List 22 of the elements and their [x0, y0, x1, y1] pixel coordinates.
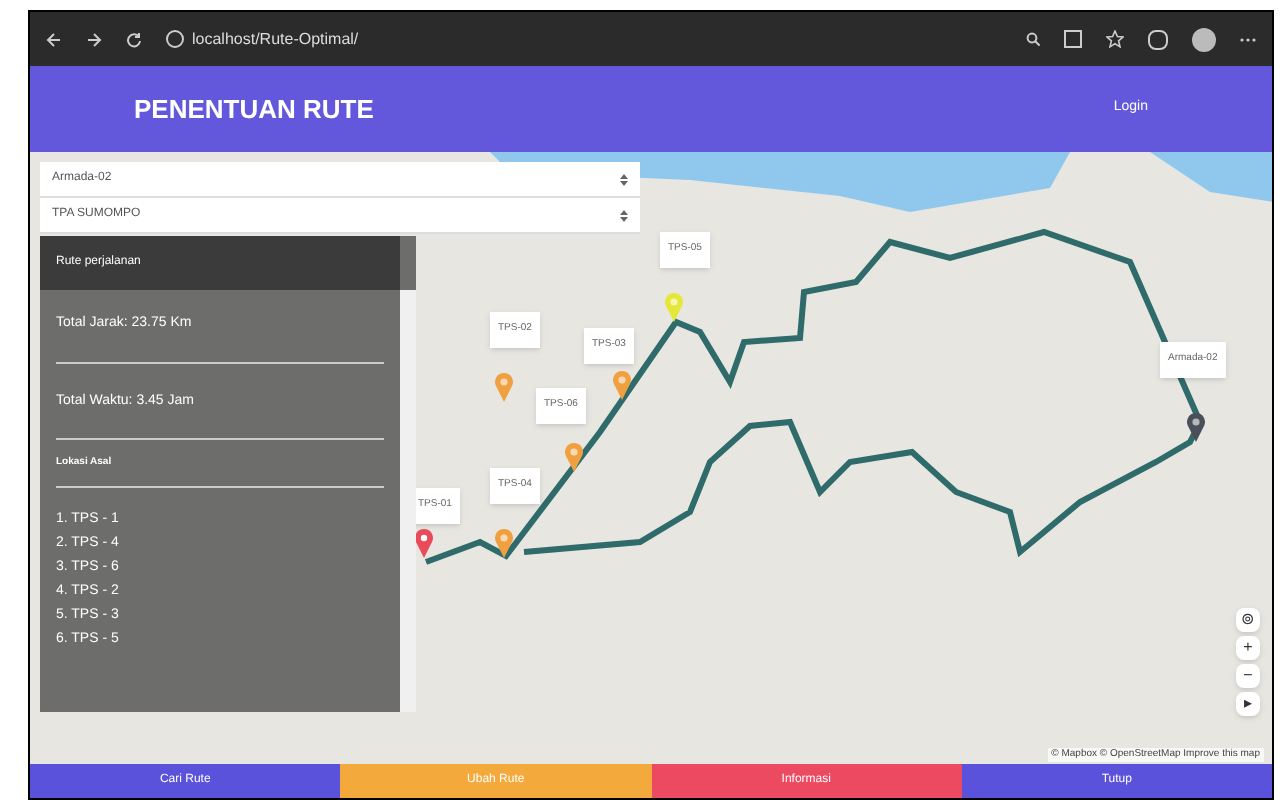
map-pin-icon[interactable]: [494, 528, 514, 558]
map-pin-icon[interactable]: [414, 528, 434, 558]
profile-avatar[interactable]: [1192, 27, 1216, 51]
star-icon[interactable]: [1106, 30, 1124, 48]
vehicle-pin-icon[interactable]: [1186, 412, 1206, 442]
map-control-button[interactable]: ▸: [1236, 692, 1260, 716]
magnifier-icon[interactable]: [1026, 32, 1040, 46]
map-control-button[interactable]: +: [1236, 636, 1260, 660]
forward-icon[interactable]: [86, 31, 102, 47]
collections-icon[interactable]: [1148, 29, 1168, 49]
map-pin-icon[interactable]: [664, 292, 684, 322]
address-bar[interactable]: localhost/Rute-Optimal/: [192, 27, 359, 51]
map-pin-icon[interactable]: [612, 370, 632, 400]
map-control-button[interactable]: ⊚: [1236, 608, 1260, 632]
map-pin-icon[interactable]: [564, 442, 584, 472]
reload-icon[interactable]: [126, 31, 142, 47]
tab-icon[interactable]: [1064, 30, 1082, 48]
scrollbar[interactable]: [400, 290, 416, 712]
map-control-button[interactable]: −: [1236, 664, 1260, 688]
info-icon: [166, 30, 184, 48]
back-icon[interactable]: [46, 31, 62, 47]
app-title: PENENTUAN RUTE: [134, 91, 374, 128]
